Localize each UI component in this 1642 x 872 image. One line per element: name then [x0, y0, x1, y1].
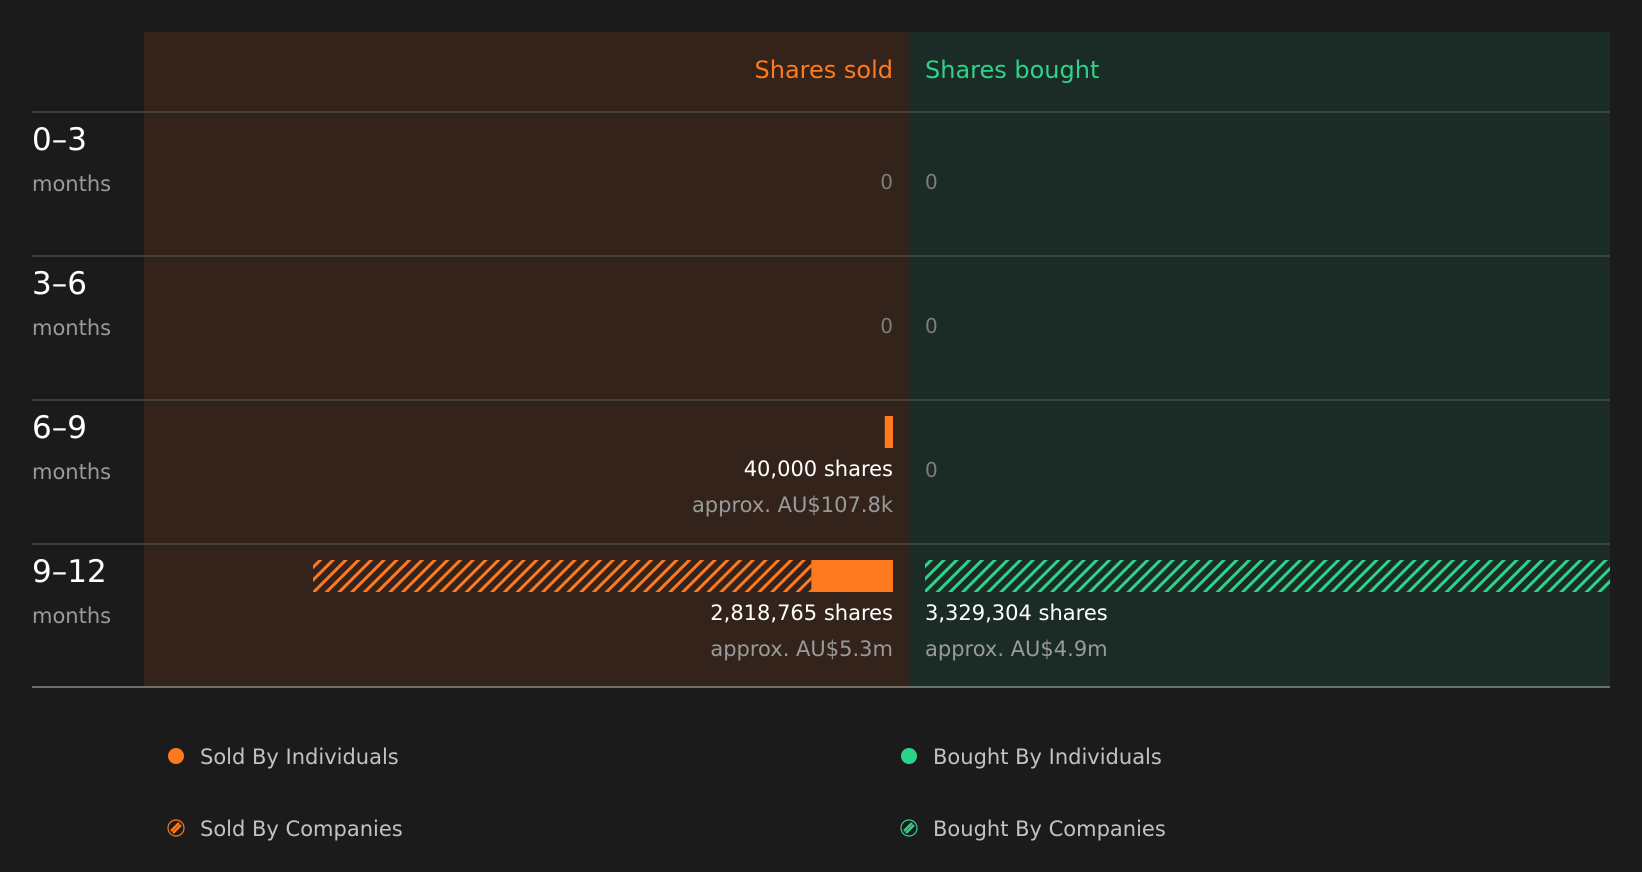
sold-zero-label: 0 [880, 314, 893, 338]
bar-sold-individuals [884, 416, 893, 448]
legend-swatch-hatched [900, 819, 918, 837]
legend-item: Sold By Companies [167, 817, 403, 841]
sold-zero-label: 0 [880, 170, 893, 194]
legend-swatch-solid [168, 748, 184, 764]
period-unit-label: months [32, 460, 111, 484]
sold-shares-label: 2,818,765 shares [710, 601, 893, 625]
sold-value-label: approx. AU$5.3m [710, 637, 893, 661]
bought-zero-label: 0 [925, 170, 938, 194]
period-label: 0–3 [32, 122, 87, 158]
sold-column-header: Shares sold [755, 56, 893, 84]
bought-value-label: approx. AU$4.9m [925, 637, 1108, 661]
legend: Sold By Individuals Bought By Individuals… [167, 745, 1166, 841]
period-unit-label: months [32, 604, 111, 628]
bar-sold-individuals [811, 560, 893, 592]
bar-bought-companies [925, 560, 1610, 592]
period-unit-label: months [32, 316, 111, 340]
legend-label: Bought By Companies [933, 817, 1166, 841]
bought-shares-label: 3,329,304 shares [925, 601, 1108, 625]
legend-swatch-hatched [167, 819, 185, 837]
legend-item: Bought By Companies [900, 817, 1166, 841]
legend-swatch-solid [901, 748, 917, 764]
sold-shares-label: 40,000 shares [744, 457, 893, 481]
legend-item: Bought By Individuals [901, 745, 1162, 769]
bought-zero-label: 0 [925, 458, 938, 482]
insider-trading-chart: Shares sold Shares bought 0–3 months 0 0 3–6… [32, 32, 1610, 841]
period-label: 6–9 [32, 410, 87, 446]
period-unit-label: months [32, 172, 111, 196]
legend-label: Bought By Individuals [933, 745, 1162, 769]
bought-zero-label: 0 [925, 314, 938, 338]
period-label: 9–12 [32, 554, 107, 590]
bar-sold-companies [313, 560, 812, 592]
legend-label: Sold By Individuals [200, 745, 399, 769]
sold-value-label: approx. AU$107.8k [692, 493, 894, 517]
period-label: 3–6 [32, 266, 87, 302]
legend-label: Sold By Companies [200, 817, 403, 841]
bought-column-header: Shares bought [925, 56, 1099, 84]
legend-item: Sold By Individuals [168, 745, 399, 769]
